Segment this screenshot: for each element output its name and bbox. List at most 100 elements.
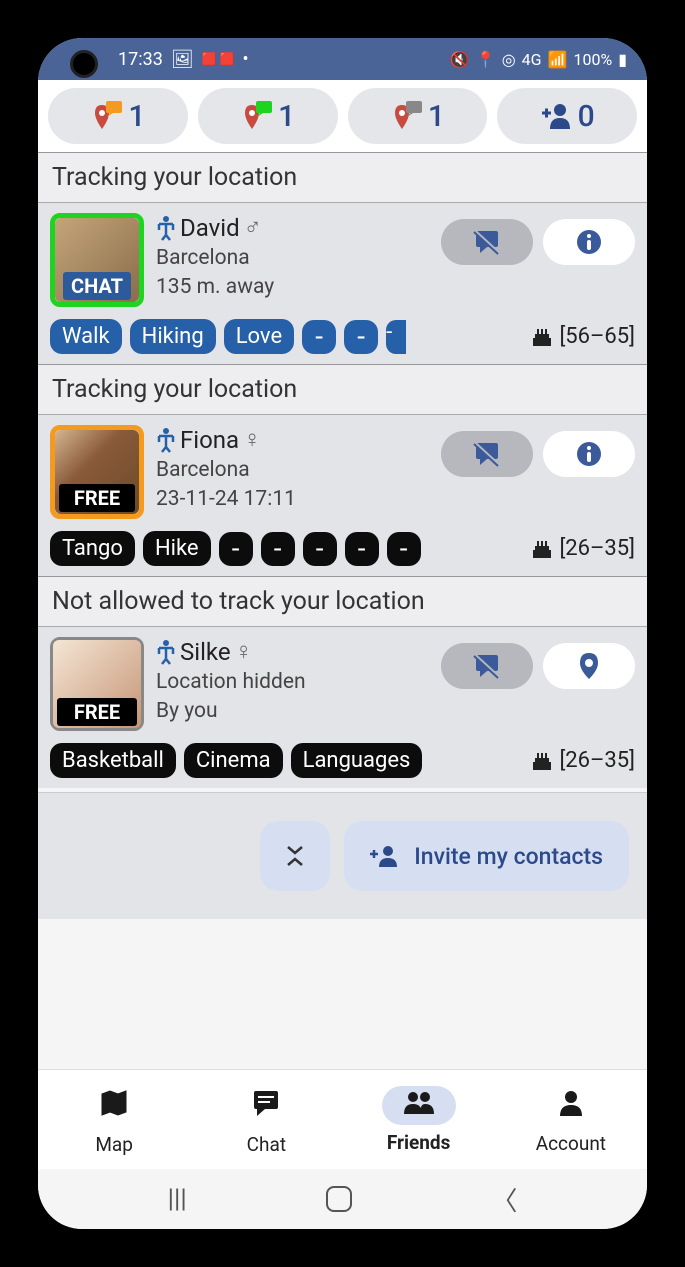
status-time: 17:33 xyxy=(118,49,163,70)
chat-off-icon xyxy=(472,653,502,679)
location-chat-counter-1[interactable]: 1 xyxy=(198,88,338,144)
notif-dots: 🟥 🟥 xyxy=(202,52,235,66)
user-avatar[interactable]: FREE xyxy=(50,425,144,519)
location-chat-counter-0[interactable]: 1 xyxy=(48,88,188,144)
friends-icon xyxy=(382,1086,456,1125)
mute-icon: 🔇 xyxy=(450,50,470,69)
person-body-icon xyxy=(156,215,176,241)
more-tag[interactable]: - xyxy=(302,320,336,354)
person-body-icon xyxy=(156,427,176,453)
invite-contacts-button[interactable]: Invite my contacts xyxy=(344,821,629,891)
gender-symbol: ♂ xyxy=(244,213,262,242)
person-body-icon xyxy=(156,639,176,665)
more-tag[interactable]: - xyxy=(386,320,406,354)
bottom-nav: Map Chat Friends Account xyxy=(38,1069,647,1169)
info-icon xyxy=(576,441,602,467)
age-range-text: [26–35] xyxy=(559,748,635,773)
interest-tag[interactable]: Hiking xyxy=(130,319,216,354)
chat-off-icon xyxy=(472,441,502,467)
mute-chat-button[interactable] xyxy=(441,431,533,477)
nav-label: Map xyxy=(95,1133,133,1156)
user-card[interactable]: FREE Silke ♀ Location hidden By you Bask… xyxy=(38,626,647,788)
user-card[interactable]: FREE Fiona ♀ Barcelona 23-11-24 17:11 Ta… xyxy=(38,414,647,576)
user-name: Fiona xyxy=(180,426,239,454)
info-icon xyxy=(576,229,602,255)
interest-tag[interactable]: Basketball xyxy=(50,743,176,778)
pin-chat-icon xyxy=(90,99,124,133)
nav-account[interactable]: Account xyxy=(495,1070,647,1169)
account-icon xyxy=(537,1085,605,1126)
nav-label: Account xyxy=(536,1132,606,1155)
mute-chat-button[interactable] xyxy=(441,219,533,265)
top-filter-row: 1110 xyxy=(38,80,647,152)
avatar-status-badge: FREE xyxy=(59,484,135,512)
nav-map[interactable]: Map xyxy=(38,1070,190,1169)
user-location: Barcelona xyxy=(156,456,429,485)
interest-tag[interactable]: Cinema xyxy=(184,743,283,778)
info-button[interactable] xyxy=(543,431,635,477)
gender-symbol: ♀ xyxy=(243,425,261,454)
more-tag[interactable]: - xyxy=(303,532,337,566)
back-button[interactable]: 〈 xyxy=(491,1181,517,1218)
signal-icon: 📶 xyxy=(548,50,568,69)
info-button[interactable] xyxy=(543,643,635,689)
nav-label: Friends xyxy=(387,1131,451,1154)
network-icon: 4G xyxy=(522,50,542,69)
invite-label: Invite my contacts xyxy=(414,843,603,870)
battery-icon: ▮ xyxy=(618,50,627,69)
recents-button[interactable]: ||| xyxy=(168,1184,187,1214)
age-range-text: [26–35] xyxy=(559,536,635,561)
user-location: Location hidden xyxy=(156,668,429,697)
interest-tag[interactable]: Languages xyxy=(291,743,423,778)
location-chat-counter-2[interactable]: 1 xyxy=(348,88,488,144)
add-friend-counter[interactable]: 0 xyxy=(497,88,637,144)
cake-icon xyxy=(531,750,553,772)
info-button[interactable] xyxy=(543,219,635,265)
system-nav: ||| 〈 xyxy=(38,1169,647,1229)
user-distance: 135 m. away xyxy=(156,273,429,302)
more-tag[interactable]: - xyxy=(387,532,421,566)
mute-chat-button[interactable] xyxy=(441,643,533,689)
gallery-icon: 🖼 xyxy=(171,49,194,70)
user-name: Silke xyxy=(180,638,231,666)
pin-chat-icon xyxy=(390,99,424,133)
battery-pct: 100% xyxy=(573,50,612,69)
add-person-icon xyxy=(540,99,574,133)
user-location: Barcelona xyxy=(156,244,429,273)
user-card[interactable]: CHAT David ♂ Barcelona 135 m. away WalkH… xyxy=(38,202,647,364)
interest-tag[interactable]: Hike xyxy=(143,531,211,566)
more-tag[interactable]: - xyxy=(219,532,253,566)
section-header: Tracking your location xyxy=(38,364,647,414)
interest-tag[interactable]: Tango xyxy=(50,531,135,566)
chat-icon xyxy=(231,1084,301,1127)
map-icon xyxy=(79,1084,149,1127)
avatar-status-badge: CHAT xyxy=(63,272,131,300)
user-distance: 23-11-24 17:11 xyxy=(156,485,429,514)
nav-chat[interactable]: Chat xyxy=(190,1070,342,1169)
interest-tag[interactable]: Love xyxy=(224,319,294,354)
location-icon: 📍 xyxy=(476,50,496,69)
hotspot-icon: ◎ xyxy=(502,50,516,69)
pin-icon xyxy=(578,652,600,680)
section-header: Tracking your location xyxy=(38,152,647,202)
gender-symbol: ♀ xyxy=(235,637,253,666)
avatar-status-badge: FREE xyxy=(57,698,137,726)
chat-off-icon xyxy=(472,229,502,255)
home-button[interactable] xyxy=(326,1186,352,1212)
more-tag[interactable]: - xyxy=(345,532,379,566)
collapse-button[interactable] xyxy=(260,821,330,891)
user-avatar[interactable]: CHAT xyxy=(50,213,144,307)
nav-friends[interactable]: Friends xyxy=(343,1070,495,1169)
user-avatar[interactable]: FREE xyxy=(50,637,144,731)
more-dot: • xyxy=(243,49,249,70)
nav-label: Chat xyxy=(247,1133,286,1156)
cake-icon xyxy=(531,326,553,348)
user-name: David xyxy=(180,214,240,242)
more-tag[interactable]: - xyxy=(344,320,378,354)
cake-icon xyxy=(531,538,553,560)
user-distance: By you xyxy=(156,697,429,726)
interest-tag[interactable]: Walk xyxy=(50,319,122,354)
invite-row: Invite my contacts xyxy=(38,792,647,919)
more-tag[interactable]: - xyxy=(261,532,295,566)
pin-chat-icon xyxy=(240,99,274,133)
